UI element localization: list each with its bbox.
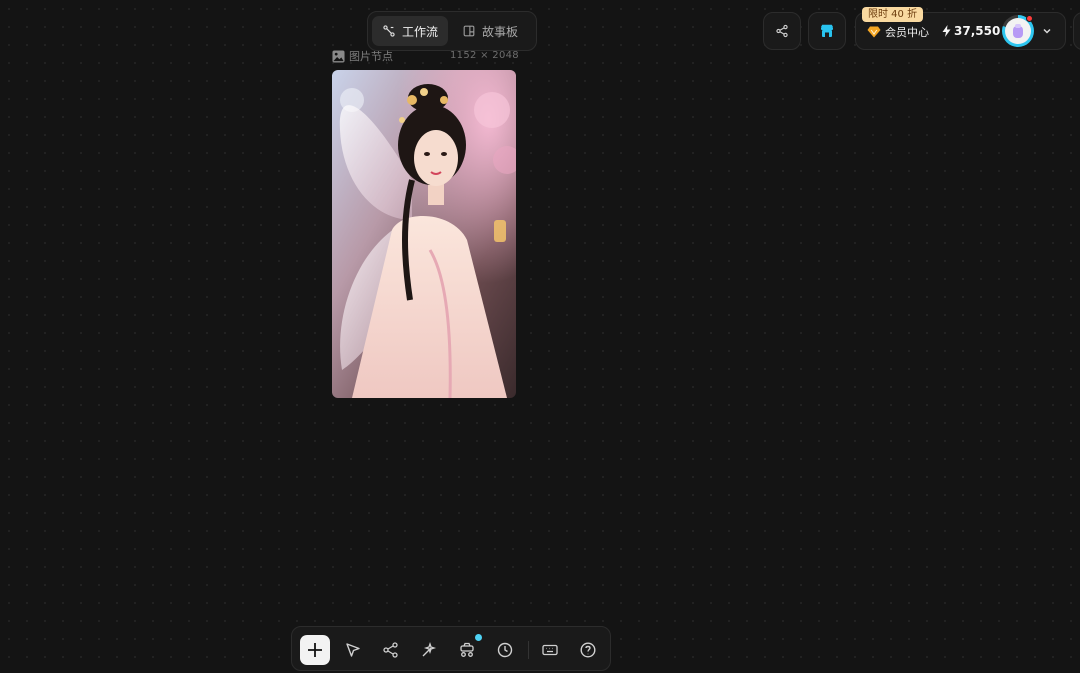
panel-toggle-button[interactable] [1073,12,1080,50]
fairy-portrait-image [332,70,516,398]
tab-workflow-label: 工作流 [402,24,439,39]
promo-badge[interactable]: 限时 40 折 [862,7,924,22]
storyboard-tab-icon [463,25,475,37]
diamond-icon [867,26,881,38]
keyboard-icon [542,644,558,656]
magic-tool-button[interactable] [414,635,444,665]
view-tab-switch: 工作流 故事板 [367,11,537,51]
node-header[interactable]: 图片节点 [332,48,393,64]
chevron-down-icon[interactable] [1041,25,1053,37]
lightning-icon [942,25,951,37]
workflow-icon [383,642,398,658]
keyboard-shortcuts-button[interactable] [535,635,565,665]
workflow-tab-icon [383,25,395,37]
workflow-tool-button[interactable] [376,635,406,665]
image-icon [332,49,345,63]
history-icon [497,642,513,658]
bottom-toolbar [291,626,611,671]
node-dimensions: 1152 × 2048 [450,50,519,61]
pointer-icon [346,643,360,657]
help-icon [580,642,596,658]
add-icon [308,643,322,657]
tab-workflow[interactable]: 工作流 [372,16,449,46]
help-button[interactable] [573,635,603,665]
avatar-character-icon [1013,24,1023,38]
toolbar-divider [528,641,529,659]
avatar-image [1005,18,1031,44]
credits-value: 37,550 [954,24,1001,38]
notification-dot [1026,15,1033,22]
store-icon [821,24,833,37]
node-title: 图片节点 [349,50,393,63]
share-icon [776,24,788,38]
tab-storyboard[interactable]: 故事板 [452,16,528,46]
add-node-button[interactable] [300,635,330,665]
select-tool-button[interactable] [338,635,368,665]
history-button[interactable] [490,635,520,665]
tab-storyboard-label: 故事板 [482,24,519,39]
share-button[interactable] [763,12,801,50]
store-button[interactable] [808,12,846,50]
member-center-button[interactable]: 会员中心 [867,24,929,40]
assets-icon [460,642,474,657]
image-node-preview[interactable] [332,70,516,398]
credits-balance[interactable]: 37,550 [942,24,1000,38]
assets-notification-dot [475,634,482,641]
magic-icon [422,641,437,657]
member-center-label: 会员中心 [885,26,929,39]
workflow-canvas[interactable] [0,0,1080,673]
